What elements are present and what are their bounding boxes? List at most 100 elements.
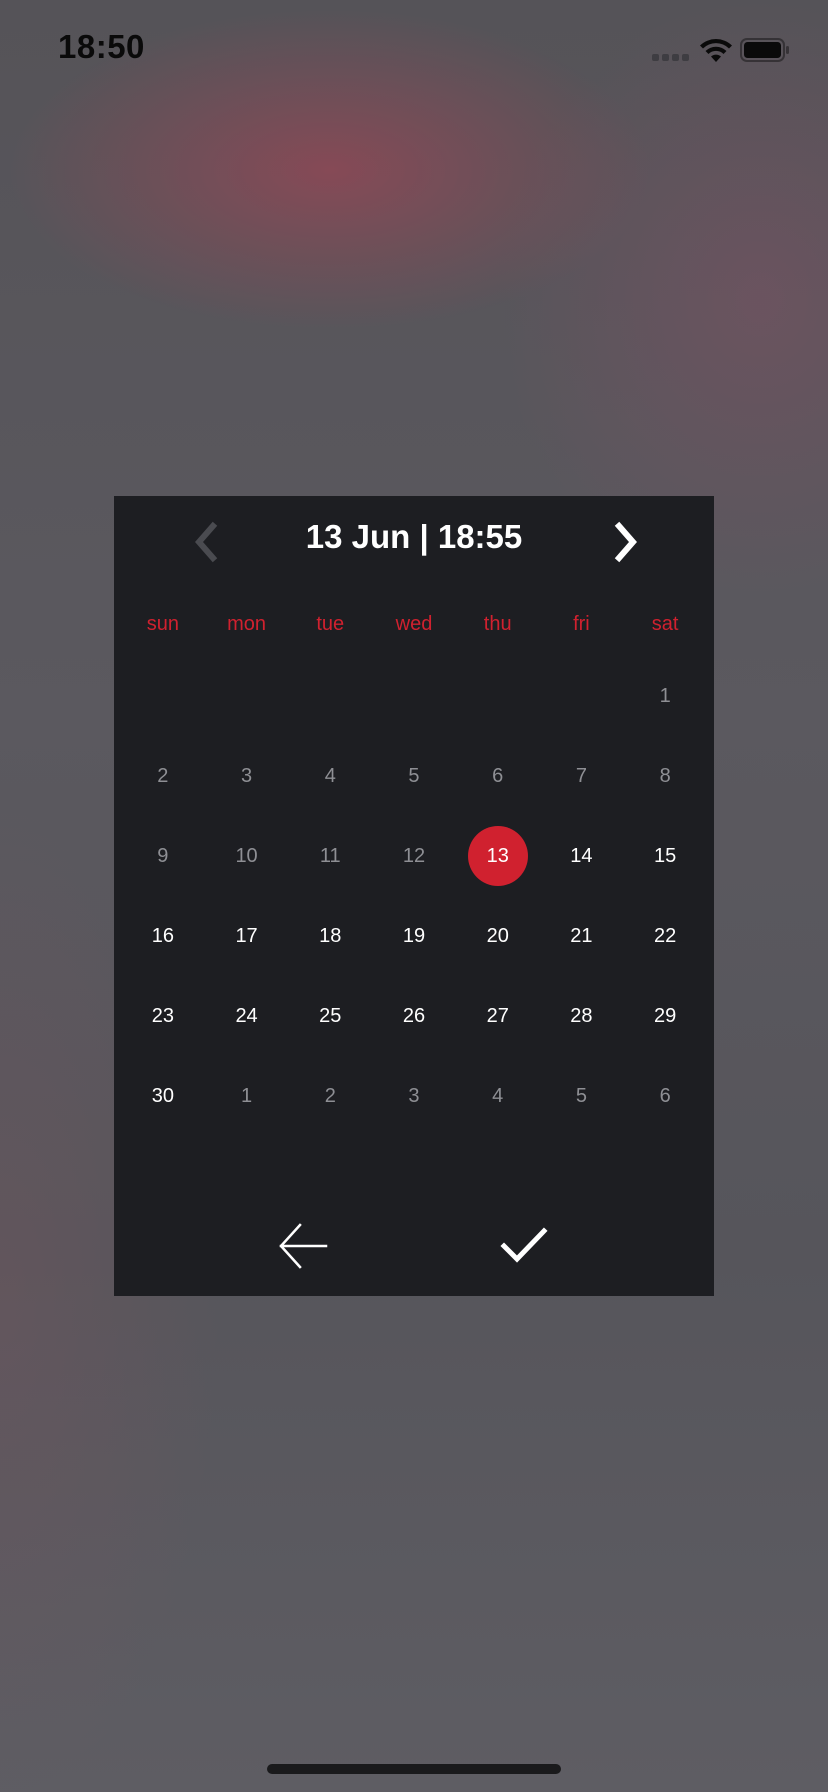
calendar-day[interactable]: 2 [288,1056,372,1136]
day-number: 24 [235,1004,258,1027]
calendar-day-grid: 1 2 3 4 5 6 7 8 9 10 11 12 13 14 15 16 17 18 19 20 21 22 23 24 2… [114,656,714,1136]
weekday-label: tue [316,613,345,635]
day-number: 30 [151,1084,174,1107]
day-number: 26 [402,1004,426,1027]
calendar-day-empty [456,656,540,736]
calendar-day[interactable]: 27 [456,976,540,1056]
weekday-header-row: sun mon tue wed thu fri sat [114,606,714,642]
calendar-day[interactable]: 3 [372,1056,456,1136]
weekday-label: fri [573,613,590,635]
date-picker-header: 13 Jun | 18:55 [114,496,714,586]
weekday-label: wed [395,613,433,635]
day-number: 11 [319,844,341,867]
calendar-day[interactable]: 11 [288,816,372,896]
calendar-day[interactable]: 30 [121,1056,205,1136]
checkmark-icon[interactable] [500,1226,548,1266]
screen: 18:50 13 Jun | 18:55 sun mon tue wed thu… [0,0,828,1792]
calendar-day[interactable]: 10 [205,816,289,896]
calendar-day[interactable]: 22 [623,896,707,976]
status-time: 18:50 [58,28,145,65]
day-number: 18 [319,924,342,947]
calendar-day[interactable]: 7 [540,736,624,816]
weekday-label: thu [483,613,512,635]
calendar-day[interactable]: 21 [540,896,624,976]
day-number [133,666,193,726]
calendar-day[interactable]: 25 [288,976,372,1056]
calendar-day[interactable]: 12 [372,816,456,896]
day-number [468,666,528,726]
calendar-day[interactable]: 4 [288,736,372,816]
calendar-day-empty [121,656,205,736]
day-number: 20 [486,924,509,947]
calendar-day[interactable]: 5 [540,1056,624,1136]
day-number: 28 [570,1004,593,1027]
day-number: 17 [235,924,258,947]
calendar-day[interactable]: 16 [121,896,205,976]
weekday-label: sun [146,613,179,635]
day-number: 19 [402,924,426,947]
wifi-icon [700,39,732,62]
day-number: 16 [151,924,174,947]
calendar-day-selected[interactable]: 13 [456,816,540,896]
day-number: 7 [575,764,587,787]
calendar-day-empty [540,656,624,736]
battery-icon [740,38,789,62]
day-number: 6 [659,1084,671,1107]
calendar-day[interactable]: 14 [540,816,624,896]
calendar-day[interactable]: 3 [205,736,289,816]
day-number: 3 [408,1084,420,1107]
day-number: 8 [659,764,671,787]
day-number: 25 [319,1004,342,1027]
calendar-day[interactable]: 29 [623,976,707,1056]
day-number: 27 [486,1004,509,1027]
day-number: 12 [402,844,426,867]
weekday-label: mon [227,613,267,635]
day-number: 22 [654,924,677,947]
calendar-day[interactable]: 26 [372,976,456,1056]
arrow-left-icon[interactable] [278,1222,328,1270]
calendar-day[interactable]: 1 [623,656,707,736]
day-number: 14 [570,844,593,867]
calendar-day[interactable]: 2 [121,736,205,816]
day-number: 29 [654,1004,677,1027]
weekday-label: sat [651,613,679,635]
calendar-day[interactable]: 6 [456,736,540,816]
calendar-day[interactable]: 24 [205,976,289,1056]
calendar-day[interactable]: 1 [205,1056,289,1136]
calendar-day[interactable]: 4 [456,1056,540,1136]
calendar-day[interactable]: 6 [623,1056,707,1136]
calendar-day[interactable]: 17 [205,896,289,976]
day-number: 4 [492,1084,504,1107]
day-number: 23 [151,1004,174,1027]
day-number: 5 [408,764,420,787]
calendar-day[interactable]: 19 [372,896,456,976]
day-number: 5 [575,1084,587,1107]
date-picker-panel: 13 Jun | 18:55 sun mon tue wed thu fri s… [114,496,714,1296]
calendar-day-empty [372,656,456,736]
day-number: 2 [324,1084,336,1107]
calendar-day-empty [288,656,372,736]
day-number: 3 [241,764,253,787]
day-number: 2 [157,764,169,787]
status-bar: 18:50 [0,0,828,100]
calendar-day[interactable]: 28 [540,976,624,1056]
calendar-day[interactable]: 9 [121,816,205,896]
day-number: 6 [492,764,504,787]
day-number: 21 [570,924,593,947]
calendar-day[interactable]: 15 [623,816,707,896]
calendar-day[interactable]: 5 [372,736,456,816]
calendar-day-empty [205,656,289,736]
day-number: 1 [659,684,671,707]
day-number: 13 [467,826,528,886]
day-number [300,666,360,726]
day-number: 1 [241,1084,253,1107]
calendar-day[interactable]: 18 [288,896,372,976]
home-indicator[interactable] [267,1764,561,1774]
day-number: 10 [235,844,258,867]
calendar-day[interactable]: 20 [456,896,540,976]
calendar-day[interactable]: 23 [121,976,205,1056]
day-number [384,666,444,726]
chevron-right-icon[interactable] [606,520,646,564]
calendar-day[interactable]: 8 [623,736,707,816]
day-number [551,666,611,726]
